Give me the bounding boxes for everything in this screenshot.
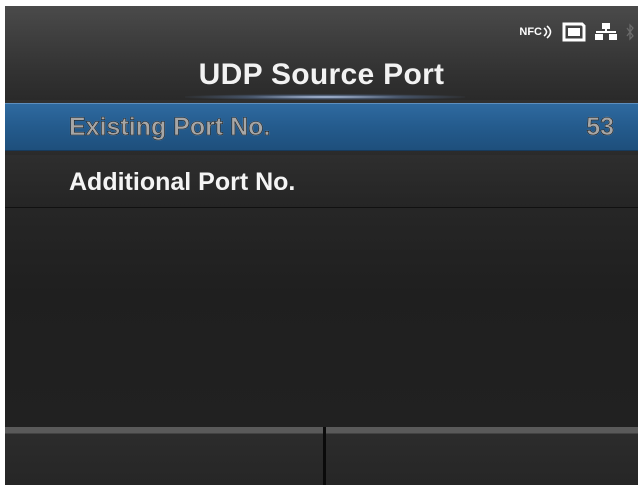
bluetooth-icon <box>626 22 634 42</box>
nfc-icon: NFC <box>519 25 554 39</box>
menu-item-label: Existing Port No. <box>69 113 271 142</box>
network-icon <box>594 22 618 42</box>
printer-display: NFC UDP Source Port Existing Port No. 53… <box>5 6 638 485</box>
status-icons: NFC <box>519 20 634 44</box>
menu-item-value: 53 <box>586 113 614 142</box>
device-frame: NFC UDP Source Port Existing Port No. 53… <box>0 0 640 485</box>
softkey-bar <box>5 427 638 485</box>
menu-item-label: Additional Port No. <box>69 168 296 196</box>
title-underline-glow <box>185 94 465 100</box>
softkey-right[interactable] <box>326 427 638 485</box>
page-title: UDP Source Port <box>198 58 445 91</box>
sd-card-icon <box>562 22 586 42</box>
header-bar: NFC UDP Source Port <box>5 6 638 100</box>
menu-item-additional-port[interactable]: Additional Port No. <box>5 155 638 208</box>
softkey-left[interactable] <box>5 427 323 485</box>
menu-item-existing-port[interactable]: Existing Port No. 53 <box>5 103 638 151</box>
